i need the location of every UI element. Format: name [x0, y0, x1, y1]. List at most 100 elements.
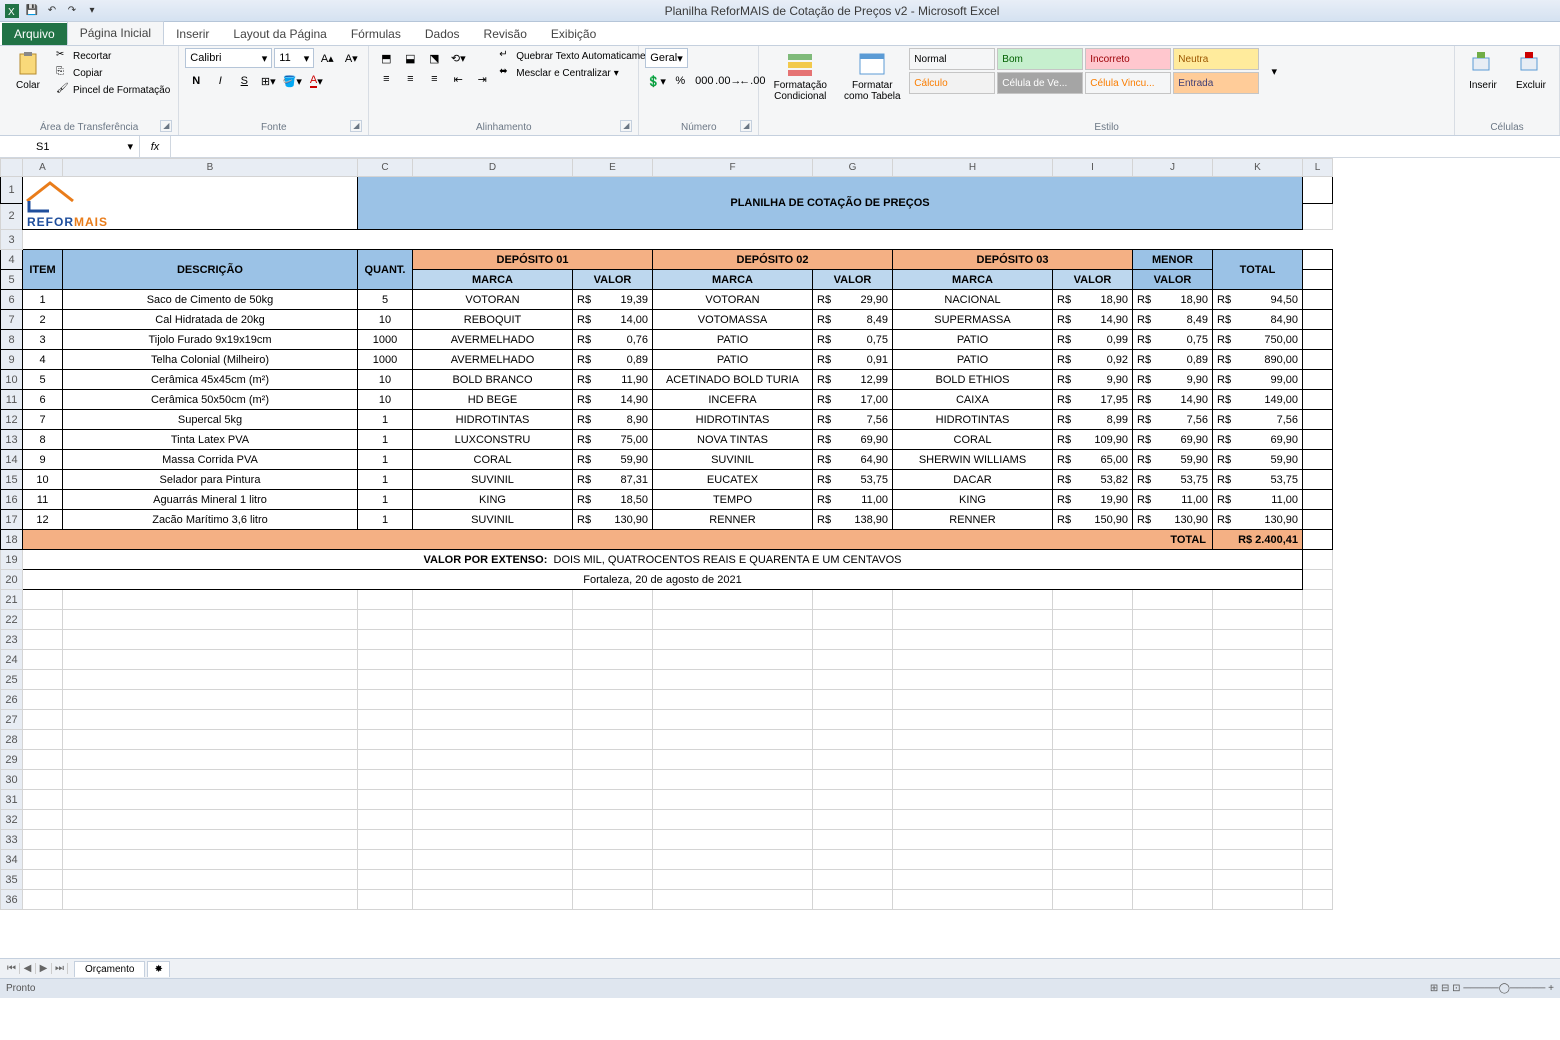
align-right-button[interactable]: ≡ [423, 69, 445, 89]
table-row: 83Tijolo Furado 9x19x19cm1000AVERMELHADO… [1, 330, 1333, 350]
table-row: 138Tinta Latex PVA1LUXCONSTRUR$75,00NOVA… [1, 430, 1333, 450]
save-icon[interactable]: 💾 [24, 3, 40, 19]
table-row: 1712Zacão Marítimo 3,6 litro1SUVINILR$13… [1, 510, 1333, 530]
sheet-title: PLANILHA DE COTAÇÃO DE PREÇOS [358, 177, 1303, 230]
qat-dropdown-icon[interactable]: ▾ [84, 3, 100, 19]
bucket-icon: 🪣 [283, 75, 297, 88]
align-middle-button[interactable]: ⬓ [399, 48, 421, 68]
select-all-corner[interactable] [1, 159, 23, 177]
underline-button[interactable]: S [233, 71, 255, 91]
quick-access-toolbar: X 💾 ↶ ↷ ▾ [0, 3, 104, 19]
border-button[interactable]: ⊞▾ [257, 71, 279, 91]
inc-decimal-button[interactable]: .00→ [717, 71, 739, 91]
sheet-nav-last-icon[interactable]: ⏭ [52, 963, 68, 974]
italic-button[interactable]: I [209, 71, 231, 91]
window-title: Planilha ReforMAIS de Cotação de Preços … [104, 4, 1560, 18]
name-box[interactable]: S1▾ [30, 136, 140, 157]
bold-button[interactable]: N [185, 71, 207, 91]
align-center-button[interactable]: ≡ [399, 69, 421, 89]
fx-icon[interactable]: fx [144, 137, 166, 157]
indent-dec-button[interactable]: ⇤ [447, 69, 469, 89]
status-bar: Pronto ⊞ ⊟ ⊡ ─────◯───── + [0, 978, 1560, 998]
style-celula[interactable]: Célula de Ve... [997, 72, 1083, 94]
align-top-button[interactable]: ⬒ [375, 48, 397, 68]
font-name-select[interactable]: Calibri▾ [185, 48, 272, 68]
insert-icon [1469, 50, 1497, 78]
style-incorreto[interactable]: Incorreto [1085, 48, 1171, 70]
shrink-font-button[interactable]: A▾ [340, 48, 362, 68]
tab-view[interactable]: Exibição [539, 23, 608, 45]
sheet-tab[interactable]: Orçamento [74, 961, 145, 977]
formula-input[interactable] [171, 136, 1560, 157]
style-normal[interactable]: Normal [909, 48, 995, 70]
wrap-text-button[interactable]: ↵Quebrar Texto Automaticamente [497, 48, 661, 64]
undo-icon[interactable]: ↶ [44, 3, 60, 19]
fill-color-button[interactable]: 🪣▾ [281, 71, 303, 91]
format-painter-button[interactable]: 🖌Pincel de Formatação [54, 82, 172, 98]
column-headers: ABC DEF GHI JKL [1, 159, 1333, 177]
cut-button[interactable]: ✂Recortar [54, 48, 172, 64]
sheet-tab-bar: ⏮ ◀ ▶ ⏭ Orçamento ✸ [0, 958, 1560, 978]
styles-more-button[interactable]: ▾ [1263, 48, 1285, 94]
sheet-nav-next-icon[interactable]: ▶ [36, 963, 52, 974]
launcher-icon[interactable]: ◢ [350, 120, 362, 132]
merge-center-button[interactable]: ⬌Mesclar e Centralizar ▾ [497, 65, 661, 81]
chevron-down-icon: ▾ [262, 52, 268, 65]
sheet-nav-prev-icon[interactable]: ◀ [20, 963, 36, 974]
format-as-table-button[interactable]: Formatar como Tabela [839, 48, 905, 104]
paste-button[interactable]: Colar [6, 48, 50, 93]
sheet-nav-first-icon[interactable]: ⏮ [4, 963, 20, 974]
style-entrada[interactable]: Entrada [1173, 72, 1259, 94]
indent-inc-button[interactable]: ⇥ [471, 69, 493, 89]
new-sheet-button[interactable]: ✸ [147, 961, 169, 977]
merge-icon: ⬌ [499, 66, 513, 80]
accounting-button[interactable]: 💲▾ [645, 71, 667, 91]
ribbon: Colar ✂Recortar ⎘Copiar 🖌Pincel de Forma… [0, 46, 1560, 136]
table-row: 72Cal Hidratada de 20kg10REBOQUITR$14,00… [1, 310, 1333, 330]
grow-font-button[interactable]: A▴ [316, 48, 338, 68]
wrap-icon: ↵ [499, 49, 513, 63]
launcher-icon[interactable]: ◢ [740, 120, 752, 132]
table-row: 149Massa Corrida PVA1CORALR$59,90SUVINIL… [1, 450, 1333, 470]
font-color-button[interactable]: A▾ [305, 71, 327, 91]
view-controls[interactable]: ⊞ ⊟ ⊡ ─────◯───── + [1430, 983, 1554, 994]
paste-icon [14, 50, 42, 78]
chevron-down-icon: ▾ [127, 140, 133, 153]
style-vincu[interactable]: Célula Vincu... [1085, 72, 1171, 94]
table-row: 105Cerâmica 45x45cm (m²)10BOLD BRANCOR$1… [1, 370, 1333, 390]
launcher-icon[interactable]: ◢ [160, 120, 172, 132]
tab-data[interactable]: Dados [413, 23, 472, 45]
copy-button[interactable]: ⎘Copiar [54, 65, 172, 81]
chevron-down-icon: ▾ [677, 52, 683, 65]
style-bom[interactable]: Bom [997, 48, 1083, 70]
align-bottom-button[interactable]: ⬔ [423, 48, 445, 68]
file-tab[interactable]: Arquivo [2, 23, 67, 45]
align-left-button[interactable]: ≡ [375, 69, 397, 89]
conditional-format-button[interactable]: Formatação Condicional [765, 48, 835, 104]
tab-home[interactable]: Página Inicial [67, 21, 164, 45]
launcher-icon[interactable]: ◢ [620, 120, 632, 132]
delete-cells-button[interactable]: Excluir [1509, 48, 1553, 93]
chevron-down-icon: ▾ [304, 52, 310, 65]
house-icon [25, 179, 75, 213]
title-bar: X 💾 ↶ ↷ ▾ Planilha ReforMAIS de Cotação … [0, 0, 1560, 22]
group-cells: Inserir Excluir Células [1455, 46, 1560, 135]
orientation-button[interactable]: ⟲▾ [447, 48, 469, 68]
tab-layout[interactable]: Layout da Página [221, 23, 338, 45]
table-row: 1510Selador para Pintura1SUVINILR$87,31E… [1, 470, 1333, 490]
delete-icon [1517, 50, 1545, 78]
group-clipboard: Colar ✂Recortar ⎘Copiar 🖌Pincel de Forma… [0, 46, 179, 135]
tab-formulas[interactable]: Fórmulas [339, 23, 413, 45]
style-neutra[interactable]: Neutra [1173, 48, 1259, 70]
comma-button[interactable]: 000 [693, 71, 715, 91]
style-calculo[interactable]: Cálculo [909, 72, 995, 94]
tab-review[interactable]: Revisão [472, 23, 539, 45]
redo-icon[interactable]: ↷ [64, 3, 80, 19]
percent-button[interactable]: % [669, 71, 691, 91]
font-size-select[interactable]: 11▾ [274, 48, 314, 68]
insert-cells-button[interactable]: Inserir [1461, 48, 1505, 93]
ribbon-tabs: Arquivo Página Inicial Inserir Layout da… [0, 22, 1560, 46]
number-format-select[interactable]: Geral▾ [645, 48, 687, 68]
spreadsheet-grid[interactable]: ABC DEF GHI JKL 1 REFORMAIS PLANILHA DE … [0, 158, 1560, 958]
tab-insert[interactable]: Inserir [164, 23, 221, 45]
